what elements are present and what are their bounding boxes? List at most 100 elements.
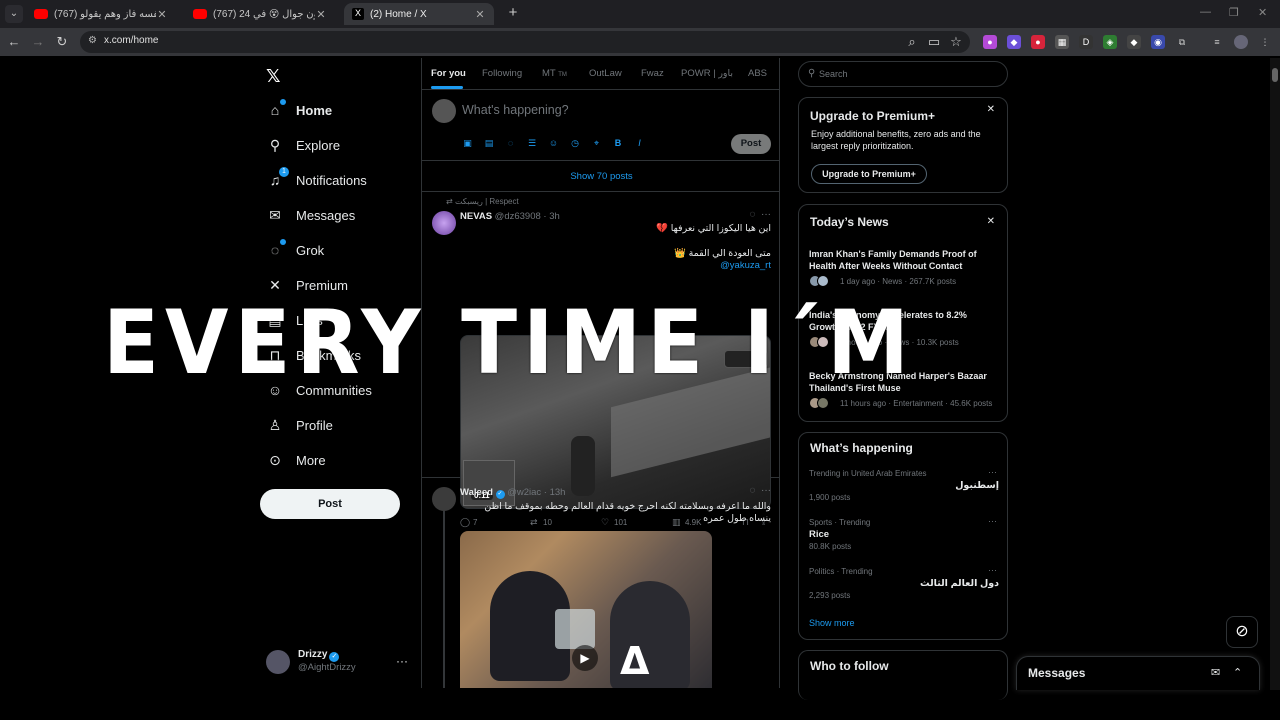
browser-tab[interactable]: (767) 24 ساعه بدون جوال 😵 في... ✕ (185, 3, 335, 25)
new-message-icon[interactable]: ✉ (1211, 666, 1220, 679)
poll-icon[interactable]: ☰ (527, 138, 538, 149)
back-icon[interactable]: ← (6, 34, 22, 50)
trend-item[interactable]: Trending in United Arab Emirates إسطنبول… (809, 467, 999, 502)
grok-icon[interactable]: ◌ (749, 485, 755, 496)
compose-post-button[interactable]: Post (731, 134, 771, 154)
verified-icon: ✓ (329, 652, 340, 662)
trend-item[interactable]: Politics · Trending دول العالم الثالث 2,… (809, 565, 999, 600)
upgrade-button[interactable]: Upgrade to Premium+ (811, 164, 927, 184)
nav-more[interactable]: ⊙ More (266, 448, 326, 472)
bookmark-star-icon[interactable]: ☆ (948, 34, 964, 50)
tab-label: MT (542, 68, 556, 79)
news-meta-row: 11 hours ago · Entertainment · 45.6K pos… (809, 397, 999, 409)
image-icon[interactable]: ▣ (462, 138, 473, 149)
new-tab-button[interactable]: + (505, 5, 521, 21)
close-icon[interactable]: ✕ (315, 8, 327, 21)
nav-profile[interactable]: ♙ Profile (266, 413, 333, 437)
browser-menu-icon[interactable]: ⋮ (1258, 35, 1272, 49)
extensions-puzzle-icon[interactable]: ⧉ (1175, 35, 1189, 49)
forward-icon[interactable]: → (30, 34, 46, 50)
reading-list-icon[interactable]: ≡ (1210, 35, 1224, 49)
tab-mt[interactable]: MT TM (542, 68, 567, 79)
browser-tab-bar: ⌄ (767) يحسب نفسه فاز وهم يقولو... ✕ (76… (0, 0, 1280, 28)
cast-icon[interactable]: ▭ (926, 34, 942, 50)
extension-icon[interactable]: ◆ (1007, 35, 1021, 49)
tweet-video[interactable]: Δ ▶ (460, 531, 712, 688)
tweet-text: متى العودة الي القمة 👑 (674, 248, 771, 259)
tab-outlaw[interactable]: OutLaw (589, 68, 622, 79)
tweet-author[interactable]: NEVAS @dz63908 · 3h (460, 211, 560, 222)
tab-search-button[interactable]: ⌄ (5, 5, 23, 23)
chevron-up-icon[interactable]: ⌃ (1233, 666, 1242, 679)
account-switcher[interactable]: Drizzy ✓ @AightDrizzy ··· (266, 648, 414, 678)
close-icon[interactable]: ✕ (474, 8, 486, 21)
maximize-icon[interactable]: ❐ (1229, 6, 1239, 19)
tweet[interactable]: Waleed ✓ @w2iac · 13h ◌ ··· والله ما اعر… (422, 479, 779, 688)
show-more-link[interactable]: Show more (809, 618, 855, 628)
show-new-posts[interactable]: Show 70 posts (422, 162, 779, 192)
gif-icon[interactable]: ▤ (484, 138, 495, 149)
close-icon[interactable]: ✕ (987, 216, 995, 227)
browser-tab[interactable]: (767) يحسب نفسه فاز وهم يقولو... ✕ (26, 3, 176, 25)
mention-link[interactable]: @yakuza_rt (720, 260, 771, 271)
url-field[interactable]: ⚙ x.com/home (80, 31, 970, 53)
extension-icon[interactable]: D (1079, 35, 1093, 49)
site-info-icon[interactable]: ⚙ (88, 35, 100, 47)
more-options-icon[interactable]: ··· (988, 516, 997, 526)
reload-icon[interactable]: ↻ (54, 34, 70, 50)
search-input[interactable]: ⚲ Search (798, 61, 1008, 87)
nav-grok[interactable]: ◌ Grok (266, 238, 324, 262)
italic-icon[interactable]: I (634, 138, 645, 149)
tweet-author[interactable]: Waleed ✓ @w2iac · 13h (460, 487, 565, 499)
more-options-icon[interactable]: ··· (988, 565, 997, 575)
close-icon[interactable]: ✕ (987, 104, 995, 115)
extension-icon[interactable]: ◉ (1151, 35, 1165, 49)
avatar[interactable] (432, 487, 456, 511)
tab-for-you[interactable]: For you (431, 68, 466, 79)
grok-icon[interactable]: ◌ (749, 209, 755, 220)
close-window-icon[interactable]: ✕ (1258, 6, 1267, 19)
grok-floating-button[interactable]: ⊘ (1226, 616, 1258, 648)
bold-icon[interactable]: B (613, 138, 624, 149)
schedule-icon[interactable]: ◷ (570, 138, 581, 149)
extension-icon[interactable]: ● (1031, 35, 1045, 49)
grok-icon[interactable]: ◌ (505, 138, 516, 149)
tweet-options[interactable]: ◌ ··· (749, 209, 771, 220)
extension-icon[interactable]: ● (983, 35, 997, 49)
news-item[interactable]: Imran Khan's Family Demands Proof of Hea… (809, 248, 999, 287)
more-options-icon[interactable]: ··· (761, 209, 771, 220)
tab-following[interactable]: Following (482, 68, 522, 79)
close-icon[interactable]: ✕ (156, 8, 168, 21)
messages-drawer[interactable]: Messages ✉ ⌃ (1016, 656, 1260, 690)
location-icon[interactable]: ⌖ (591, 138, 602, 149)
tab-powr[interactable]: POWR | باور (681, 68, 733, 79)
extension-icon[interactable]: ▦ (1055, 35, 1069, 49)
tab-fwaz[interactable]: Fwaz (641, 68, 664, 79)
nav-notifications[interactable]: ♫ 1 Notifications (266, 167, 367, 192)
compose-input[interactable]: What's happening? (462, 103, 569, 117)
avatar[interactable] (432, 211, 456, 235)
nav-home[interactable]: ⌂ Home (266, 98, 332, 122)
premium-title: Upgrade to Premium+ (810, 109, 936, 123)
browser-tab-active[interactable]: X (2) Home / X ✕ (344, 3, 494, 25)
profile-avatar-icon[interactable] (1234, 35, 1248, 49)
play-icon[interactable]: ▶ (572, 645, 598, 671)
page-scrollbar[interactable] (1270, 58, 1280, 690)
more-options-icon[interactable]: ··· (396, 654, 408, 668)
trend-item[interactable]: Sports · Trending Rice 80.8K posts ··· (809, 516, 999, 551)
post-button[interactable]: Post (260, 489, 400, 519)
tweet-options[interactable]: ◌ ··· (749, 485, 771, 496)
extension-icon[interactable]: ◈ (1103, 35, 1117, 49)
tab-abs[interactable]: ABS (748, 68, 767, 79)
emoji-icon[interactable]: ☺ (548, 138, 559, 149)
scrollbar-thumb[interactable] (1272, 68, 1278, 82)
more-options-icon[interactable]: ··· (988, 467, 997, 477)
minimize-icon[interactable]: — (1200, 6, 1211, 18)
nav-messages[interactable]: ✉ Messages (266, 203, 355, 227)
x-logo[interactable]: 𝕏 (266, 66, 281, 87)
nav-explore[interactable]: ⚲ Explore (266, 133, 340, 157)
zoom-icon[interactable]: ⌕ (904, 34, 920, 50)
more-options-icon[interactable]: ··· (761, 485, 771, 496)
extension-icon[interactable]: ◆ (1127, 35, 1141, 49)
bell-icon: ♫ 1 (266, 167, 289, 189)
